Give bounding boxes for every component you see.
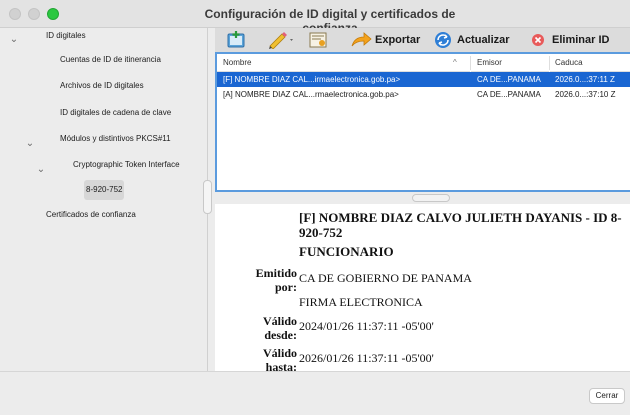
- sidebar-item-trusted-certs[interactable]: Certificados de confianza: [46, 205, 136, 225]
- chevron-down-icon[interactable]: ⌄: [8, 34, 20, 46]
- export-label: Exportar: [375, 34, 421, 46]
- pencil-icon: [269, 32, 293, 49]
- row-expires: 2026.0...:37:11 Z: [555, 75, 615, 84]
- sidebar-item-pkcs11[interactable]: Módulos y distintivos PKCS#11: [60, 129, 171, 149]
- issued-by-value-2: FIRMA ELECTRONICA: [299, 295, 423, 309]
- sidebar-item-keychain-ids[interactable]: ID digitales de cadena de clave: [60, 103, 171, 123]
- table-row[interactable]: [A] NOMBRE DIAZ CAL...rmaelectronica.gob…: [217, 87, 630, 102]
- add-id-button[interactable]: [225, 28, 247, 52]
- window-close-button[interactable]: [9, 8, 21, 20]
- sidebar-item-id-files[interactable]: Archivos de ID digitales: [60, 76, 144, 96]
- edit-button[interactable]: [267, 28, 297, 52]
- row-issuer: CA DE...PANAMA: [477, 75, 541, 84]
- detail-subject-name: [F] NOMBRE DIAZ CALVO JULIETH DAYANIS - …: [299, 210, 622, 240]
- remove-id-button[interactable]: Eliminar ID: [530, 28, 609, 52]
- add-id-icon: [227, 31, 245, 48]
- close-button[interactable]: Cerrar: [589, 388, 625, 404]
- sidebar-item-roaming-accounts[interactable]: Cuentas de ID de itinerancia: [60, 50, 161, 70]
- refresh-label: Actualizar: [457, 34, 510, 46]
- remove-icon: [532, 34, 544, 46]
- row-issuer: CA DE...PANAMA: [477, 90, 541, 99]
- refresh-icon: [435, 32, 451, 48]
- column-header-name[interactable]: Nombre ^: [217, 54, 470, 72]
- row-name: [A] NOMBRE DIAZ CAL...rmaelectronica.gob…: [223, 90, 399, 99]
- certificate-icon: [309, 32, 327, 48]
- column-header-issuer[interactable]: Emisor: [471, 54, 549, 72]
- sort-ascending-icon: ^: [453, 58, 457, 67]
- table-row[interactable]: [F] NOMBRE DIAZ CAL...irmaelectronica.go…: [217, 72, 630, 87]
- toolbar: Exportar Actualizar Eliminar ID: [215, 28, 630, 52]
- sidebar-item-id-digitales[interactable]: ID digitales: [46, 26, 86, 46]
- issued-by-label: Emitido por:: [255, 266, 297, 294]
- window: Configuración de ID digital y certificad…: [0, 0, 630, 415]
- valid-from-label: Válido desde:: [262, 314, 297, 342]
- sidebar-item-token-interface[interactable]: Cryptographic Token Interface: [73, 155, 180, 175]
- chevron-down-icon[interactable]: ⌄: [24, 138, 36, 150]
- valid-to-label: Válido hasta:: [262, 346, 297, 371]
- certificate-details-button[interactable]: [307, 28, 329, 52]
- row-name: [F] NOMBRE DIAZ CAL...irmaelectronica.go…: [223, 75, 401, 84]
- column-name-label: Nombre: [223, 58, 252, 67]
- detail-role: FUNCIONARIO: [299, 244, 394, 259]
- column-header-expires[interactable]: Caduca: [550, 54, 630, 72]
- sidebar-tree: ⌄ ID digitales Cuentas de ID de itineran…: [0, 28, 208, 371]
- split-view-handle[interactable]: [203, 180, 212, 214]
- issued-by-value: CA DE GOBIERNO DE PANAMA: [299, 271, 472, 285]
- window-zoom-button[interactable]: [47, 8, 59, 20]
- chevron-down-icon[interactable]: ⌄: [35, 164, 47, 176]
- bottom-bar: [0, 371, 630, 415]
- sidebar-item-8-920-752[interactable]: 8-920-752: [86, 180, 122, 200]
- remove-id-label: Eliminar ID: [552, 34, 610, 46]
- export-button[interactable]: Exportar: [350, 28, 420, 52]
- valid-from-value: 2024/01/26 11:37:11 -05'00': [299, 319, 434, 333]
- export-arrow-icon: [351, 32, 372, 47]
- certificate-table: Nombre ^ Emisor Caduca [F] NOMBRE DIAZ C…: [215, 52, 630, 192]
- window-minimize-button[interactable]: [28, 8, 40, 20]
- row-expires: 2026.0...:37:10 Z: [555, 90, 616, 99]
- refresh-button[interactable]: Actualizar: [433, 28, 510, 52]
- valid-to-value: 2026/01/26 11:37:11 -05'00': [299, 351, 434, 365]
- title-bar: Configuración de ID digital y certificad…: [0, 0, 630, 35]
- certificate-detail: [F] NOMBRE DIAZ CALVO JULIETH DAYANIS - …: [215, 204, 630, 371]
- pane-resize-handle[interactable]: [412, 194, 450, 202]
